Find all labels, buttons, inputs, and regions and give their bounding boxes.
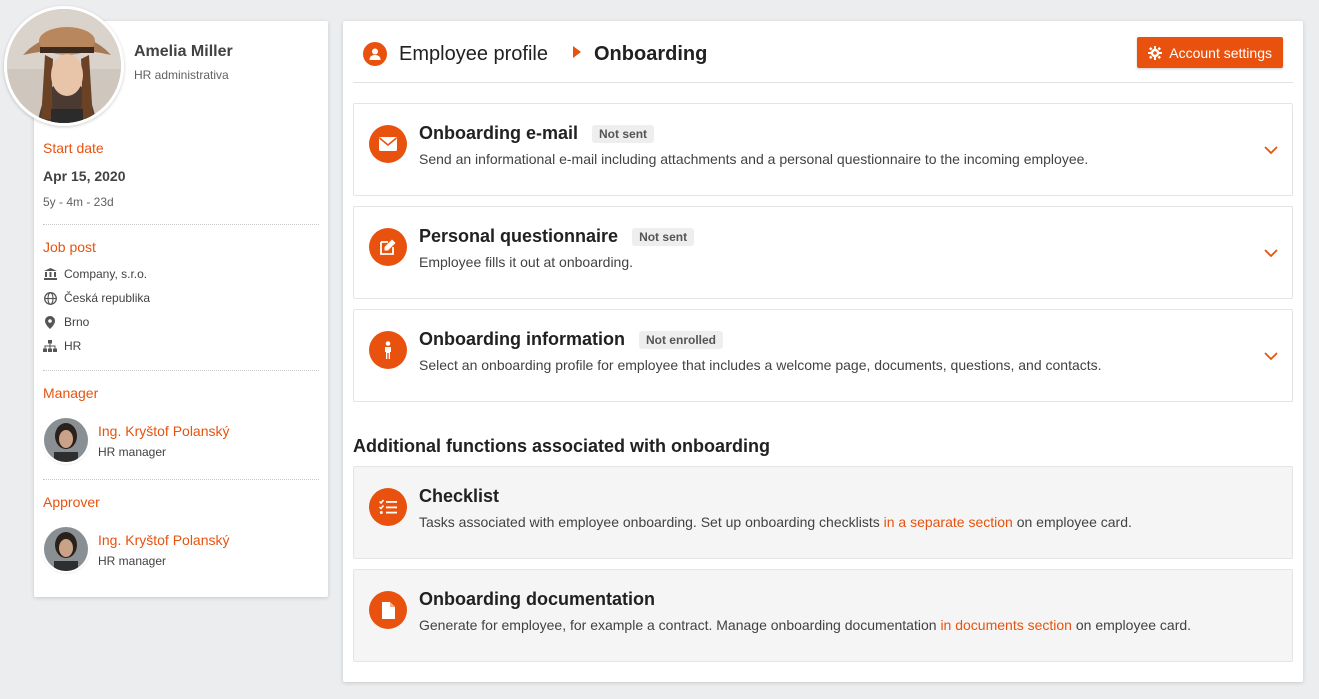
divider <box>43 370 319 371</box>
manager-role: HR manager <box>98 445 167 459</box>
additional-functions-heading: Additional functions associated with onb… <box>353 436 771 456</box>
panel-title: Onboarding information Not enrolled <box>419 329 723 350</box>
person-icon <box>369 331 407 369</box>
approver-role: HR manager <box>98 554 167 568</box>
job-country: Česká republika <box>64 291 151 305</box>
document-icon <box>369 591 407 629</box>
job-country-row: Česká republika <box>43 291 150 305</box>
org-chart-icon <box>43 339 57 353</box>
checklist-icon <box>369 488 407 526</box>
status-badge: Not sent <box>632 227 695 246</box>
onboarding-information-title: Onboarding information <box>419 329 625 349</box>
onboarding-email-panel[interactable]: Onboarding e-mail Not sent Send an infor… <box>353 103 1293 196</box>
employee-avatar <box>4 6 124 126</box>
checklist-panel: Checklist Tasks associated with employee… <box>353 466 1293 559</box>
checklist-title: Checklist <box>419 486 500 506</box>
panel-description: Employee fills it out at onboarding. <box>419 254 634 270</box>
panel-title: Personal questionnaire Not sent <box>419 226 695 247</box>
approver-label: Approver <box>43 494 100 510</box>
personal-questionnaire-panel[interactable]: Personal questionnaire Not sent Employee… <box>353 206 1293 299</box>
checklist-desc-text: Tasks associated with employee onboardin… <box>419 514 884 530</box>
panel-title: Onboarding e-mail Not sent <box>419 123 655 144</box>
checklist-description: Tasks associated with employee onboardin… <box>419 514 1132 530</box>
breadcrumb-employee-profile[interactable]: Employee profile <box>399 43 548 66</box>
onboarding-card: Employee profile Onboarding Account sett… <box>343 21 1303 682</box>
page-header: Employee profile Onboarding Account sett… <box>353 31 1293 83</box>
documentation-desc-tail: on employee card. <box>1071 617 1192 633</box>
divider <box>43 479 319 480</box>
manager-avatar <box>44 418 88 462</box>
envelope-icon <box>369 125 407 163</box>
start-date-label: Start date <box>43 140 104 156</box>
separate-section-link[interactable]: in a separate section <box>884 514 1013 530</box>
job-post-label: Job post <box>43 239 96 255</box>
bank-icon <box>43 267 57 281</box>
employee-name: Amelia Miller <box>134 43 233 60</box>
user-circle-icon <box>363 42 387 66</box>
account-settings-button[interactable]: Account settings <box>1137 37 1283 68</box>
globe-icon <box>43 291 57 305</box>
tenure-value: 5y - 4m - 23d <box>43 195 114 209</box>
page-title: Onboarding <box>594 43 708 65</box>
approver-avatar <box>44 527 88 571</box>
status-badge: Not enrolled <box>638 330 723 349</box>
job-city-row: Brno <box>43 315 89 329</box>
approver-name-link[interactable]: Ing. Kryštof Polanský <box>98 532 230 548</box>
employee-role: HR administrativa <box>134 68 229 82</box>
job-city: Brno <box>64 315 90 329</box>
map-pin-icon <box>43 315 57 329</box>
panel-description: Send an informational e-mail including a… <box>419 151 1089 167</box>
panel-description: Select an onboarding profile for employe… <box>419 357 1102 373</box>
checklist-desc-tail: on employee card. <box>1012 514 1132 530</box>
onboarding-information-panel[interactable]: Onboarding information Not enrolled Sele… <box>353 309 1293 402</box>
gear-icon <box>1148 45 1163 60</box>
profile-card: Amelia Miller HR administrativa Start da… <box>4 6 328 597</box>
chevron-down-icon[interactable] <box>1264 142 1278 160</box>
job-department-row: HR <box>43 339 81 353</box>
divider <box>43 224 319 225</box>
documentation-description: Generate for employee, for example a con… <box>419 617 1191 633</box>
account-settings-label: Account settings <box>1169 44 1272 61</box>
job-company: Company, s.r.o. <box>64 267 148 281</box>
onboarding-email-title: Onboarding e-mail <box>419 123 579 143</box>
chevron-down-icon[interactable] <box>1264 245 1278 263</box>
start-date-value: Apr 15, 2020 <box>43 168 126 184</box>
personal-questionnaire-title: Personal questionnaire <box>419 226 619 246</box>
job-company-row: Company, s.r.o. <box>43 267 147 281</box>
status-badge: Not sent <box>592 124 655 143</box>
manager-name-link[interactable]: Ing. Kryštof Polanský <box>98 423 230 439</box>
documentation-panel: Onboarding documentation Generate for em… <box>353 569 1293 662</box>
caret-right-icon <box>572 45 582 64</box>
documentation-title: Onboarding documentation <box>419 589 655 609</box>
chevron-down-icon[interactable] <box>1264 348 1278 366</box>
manager-label: Manager <box>43 385 99 401</box>
documentation-desc-text: Generate for employee, for example a con… <box>419 617 941 633</box>
edit-icon <box>369 228 407 266</box>
job-department: HR <box>64 339 82 353</box>
documents-section-link[interactable]: in documents section <box>940 617 1072 633</box>
